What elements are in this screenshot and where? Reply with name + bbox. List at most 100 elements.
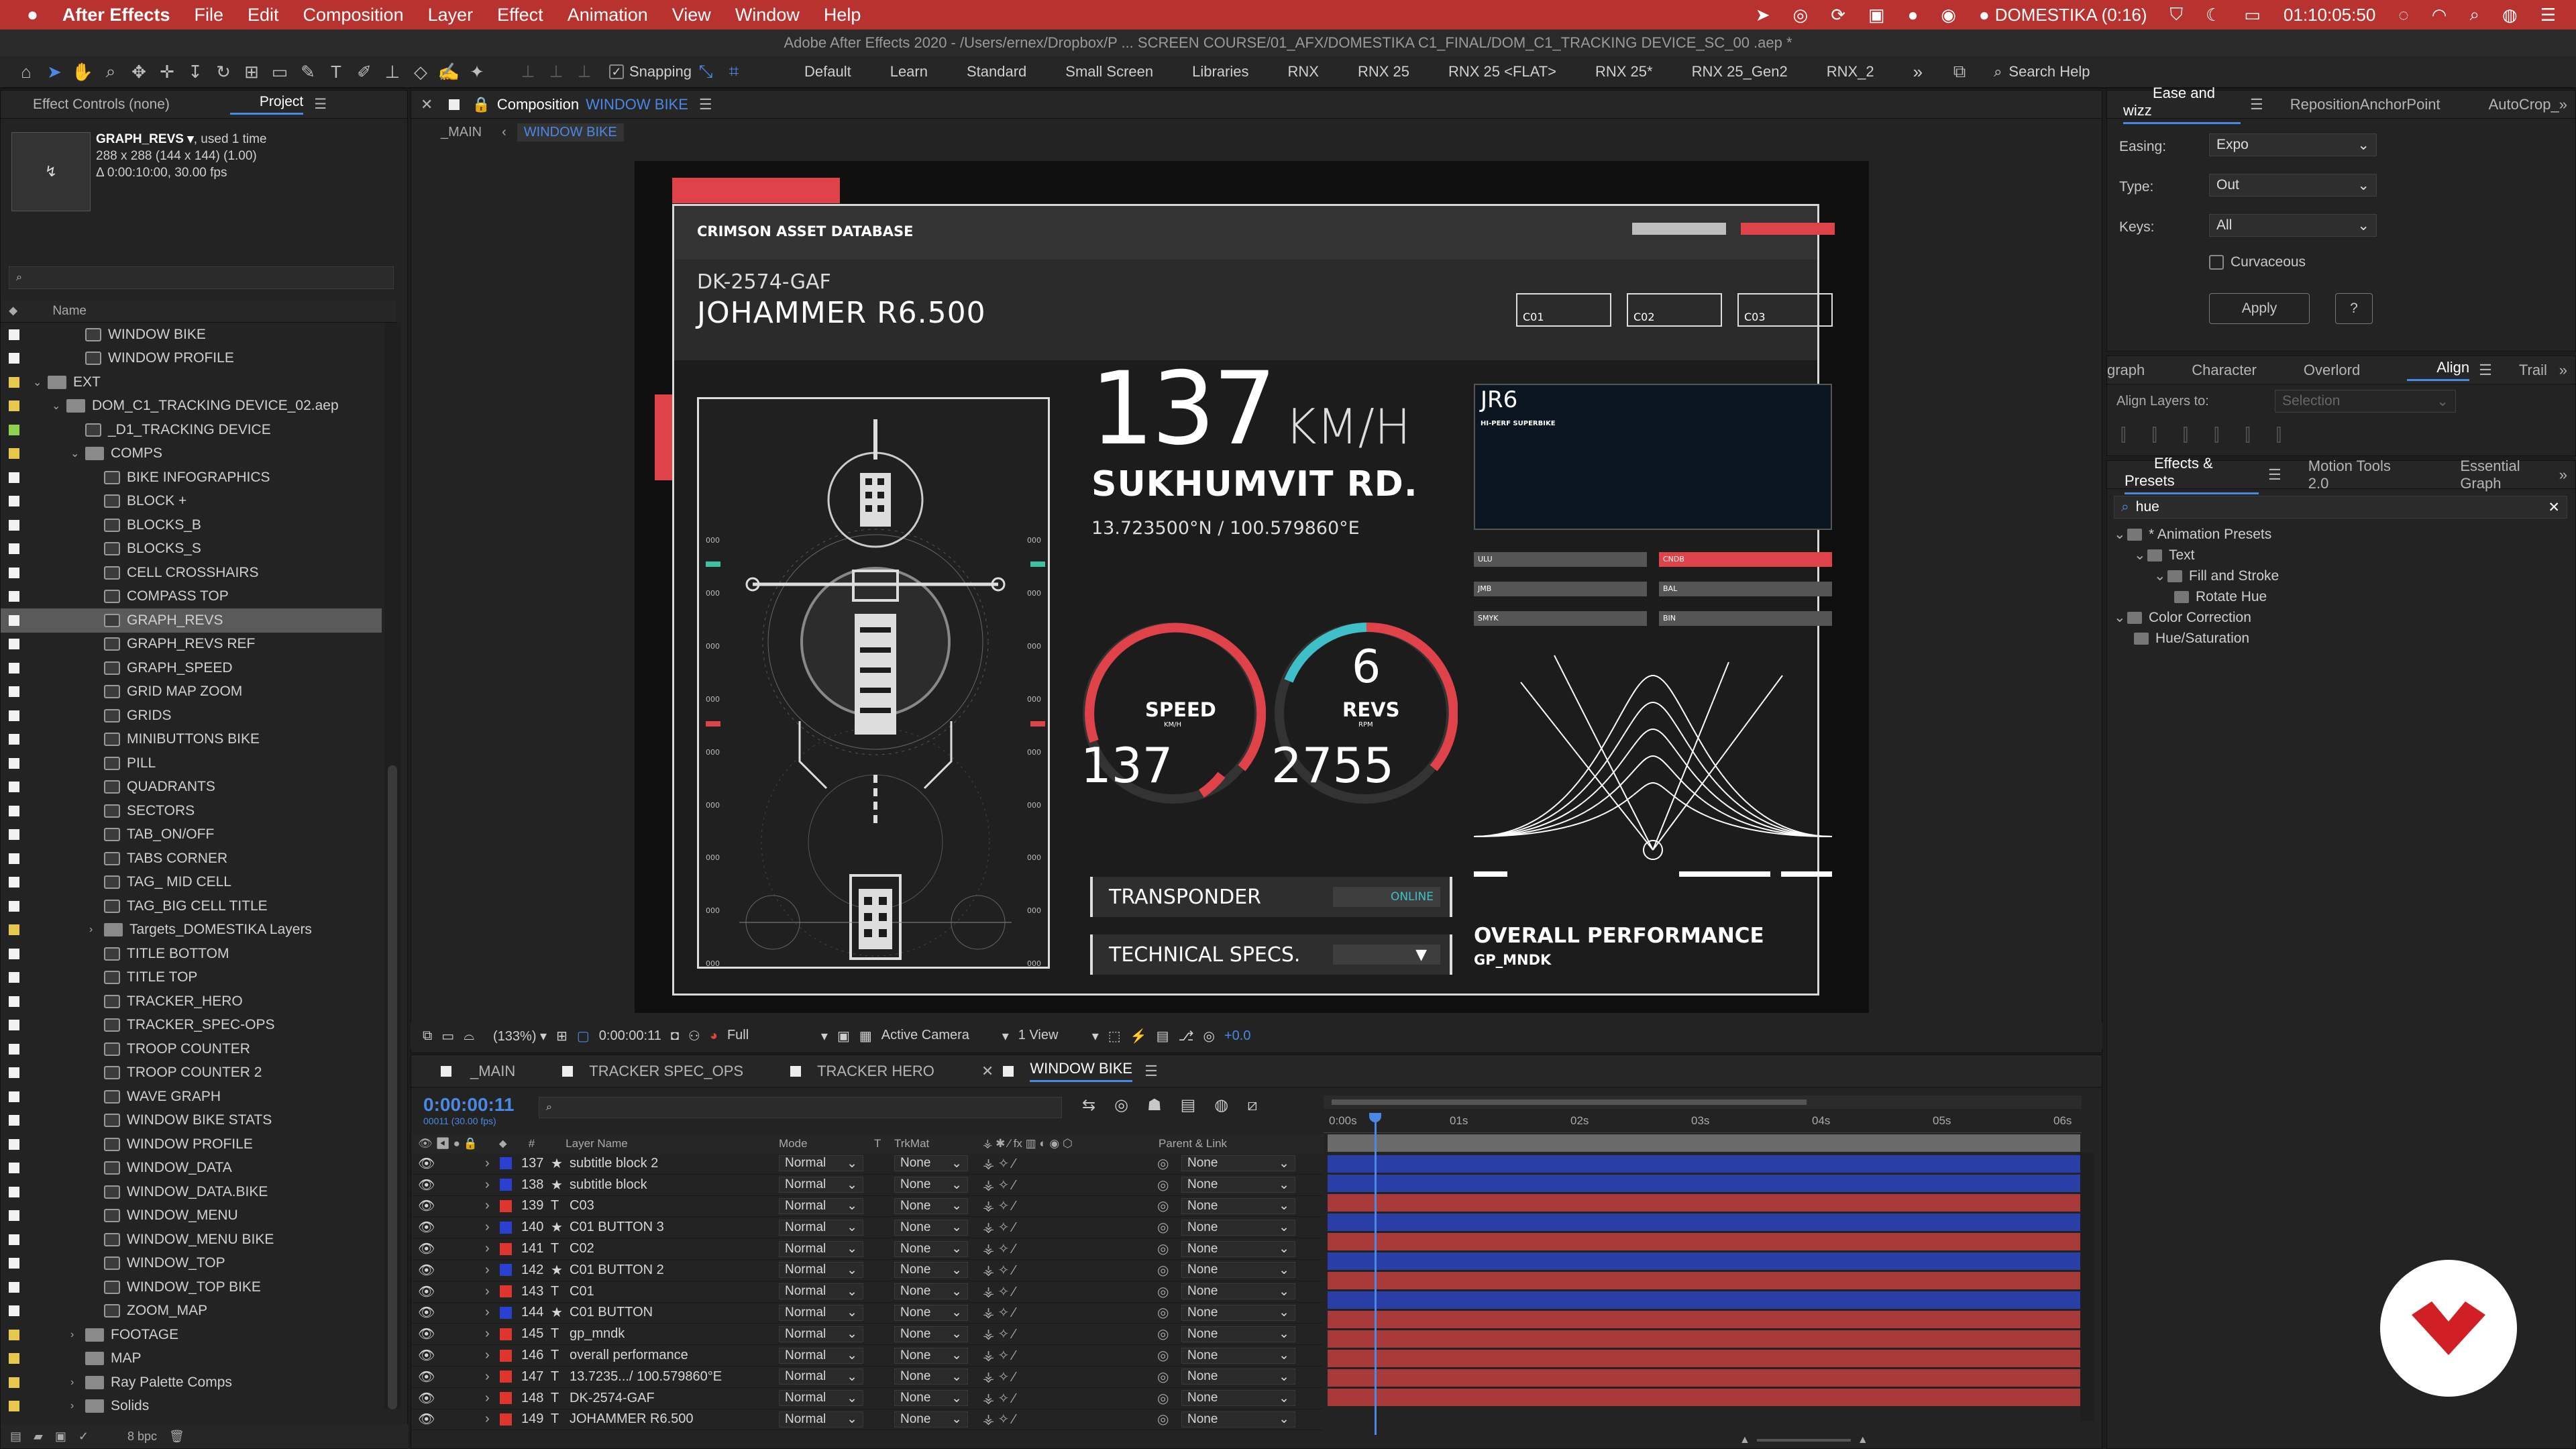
layer-parent-select[interactable]: None ⌄: [1181, 1240, 1295, 1257]
align-right-icon[interactable]: ⫿: [2183, 425, 2188, 446]
tab-tracker-spec-ops-icon[interactable]: [562, 1065, 574, 1077]
expand-layer-icon[interactable]: ›: [485, 1263, 500, 1278]
tab-window-bike-icon[interactable]: [1003, 1065, 1014, 1077]
project-comp-item[interactable]: TROOP COUNTER: [1, 1037, 382, 1061]
project-folder[interactable]: › Solids: [1, 1395, 382, 1419]
label-color-swatch[interactable]: [9, 924, 19, 936]
layer-trkmat-select[interactable]: None ⌄: [894, 1262, 968, 1279]
zoom-dropdown[interactable]: (133%) ▾: [493, 1028, 547, 1044]
preset-tree-item[interactable]: ⌄ Fill and Stroke: [2114, 566, 2567, 586]
type-tool-icon[interactable]: T: [326, 62, 346, 82]
project-search-input[interactable]: ⌕: [9, 266, 394, 289]
label-color-swatch[interactable]: [9, 1377, 19, 1388]
tab-character[interactable]: Character: [2192, 362, 2257, 379]
project-comp-item[interactable]: GRAPH_REVS: [1, 608, 382, 633]
layer-switches[interactable]: ⚶ ✧ ⁄: [983, 1390, 1015, 1407]
label-color-swatch[interactable]: [9, 1401, 19, 1412]
project-comp-item[interactable]: WINDOW PROFILE: [1, 1132, 382, 1157]
project-comp-item[interactable]: WINDOW_TOP BIKE: [1, 1275, 382, 1299]
layer-parent-select[interactable]: None ⌄: [1181, 1326, 1295, 1342]
pickwhip-icon[interactable]: ◎: [1157, 1390, 1169, 1407]
tab-essential-graphics[interactable]: Essential Graph: [2460, 458, 2559, 492]
comp-flow-icon[interactable]: ⇆: [1082, 1095, 1095, 1115]
menu-file[interactable]: File: [194, 5, 223, 25]
disclosure-triangle-icon[interactable]: ⌄: [52, 399, 66, 413]
align-hcenter-icon[interactable]: ⫿: [2151, 425, 2157, 446]
layer-switches[interactable]: ⚶ ✧ ⁄: [983, 1411, 1015, 1428]
layer-switches[interactable]: ⚶ ✧ ⁄: [983, 1368, 1015, 1385]
project-comp-item[interactable]: WINDOW_DATA: [1, 1157, 382, 1181]
disclosure-triangle-icon[interactable]: ⌄: [33, 376, 48, 389]
project-comp-item[interactable]: TITLE BOTTOM: [1, 942, 382, 966]
moon-icon[interactable]: ☾: [2206, 5, 2221, 25]
toggle-pixel-icon[interactable]: ⬚: [1108, 1028, 1121, 1044]
eye-icon[interactable]: 👁: [418, 1155, 435, 1172]
reset-exposure-icon[interactable]: ◎: [1203, 1028, 1215, 1044]
tab-effects-presets[interactable]: Effects & Presets: [2125, 455, 2259, 494]
workspace-rnx25-gen2[interactable]: RNX 25_Gen2: [1692, 63, 1788, 80]
layer-switches[interactable]: ⚶ ✧ ⁄: [983, 1155, 1015, 1172]
draft-3d-icon[interactable]: ◎: [1114, 1095, 1128, 1115]
effects-panel-menu-icon[interactable]: ☰: [2268, 466, 2282, 484]
clock-text[interactable]: 01:10:05:50: [2284, 5, 2375, 25]
snap-edges-icon[interactable]: ⤡: [696, 61, 716, 82]
eye-icon[interactable]: 👁: [418, 1262, 435, 1279]
label-color-swatch[interactable]: [9, 1329, 19, 1340]
interpret-footage-icon[interactable]: ▤: [10, 1430, 21, 1444]
label-color-swatch[interactable]: [9, 1305, 19, 1317]
sync-settings-icon[interactable]: ⧉: [1949, 61, 1970, 82]
project-comp-item[interactable]: BLOCK +: [1, 490, 382, 514]
rectangle-tool-icon[interactable]: ▭: [270, 62, 290, 82]
layer-row[interactable]: 👁 › 146 Toverall performance Normal ⌄ None ⌄ ⚶ ✧…: [411, 1345, 1324, 1366]
layer-row[interactable]: 👁 › 138 ★ subtitle block Normal ⌄ None ⌄ ⚶ ✧ ⁄ ◎ No…: [411, 1175, 1324, 1196]
graph-editor-icon[interactable]: ⧄: [1247, 1096, 1257, 1115]
disclosure-triangle-icon[interactable]: ⌄: [2134, 547, 2147, 564]
workspace-libraries[interactable]: Libraries: [1192, 63, 1248, 80]
orbit-tool-icon[interactable]: ✥: [129, 62, 149, 82]
project-folder[interactable]: ⌄ EXT: [1, 370, 382, 394]
layer-trkmat-select[interactable]: None ⌄: [894, 1219, 968, 1236]
layer-row[interactable]: 👁 › 148 T DK-2574-GAF Normal ⌄ None ⌄ ⚶ ✧ ⁄ ◎ None ⌄: [411, 1388, 1324, 1409]
layer-row[interactable]: 👁 › 147 T 13.7235.../ 100.579860°E Normal ⌄ Non…: [411, 1366, 1324, 1388]
eye-icon[interactable]: 👁: [418, 1240, 435, 1257]
align-vcenter-icon[interactable]: ⫿: [2245, 425, 2250, 446]
layer-duration-bar[interactable]: [1328, 1252, 2080, 1270]
project-comp-item[interactable]: ZOOM_MAP: [1, 1299, 382, 1324]
menu-composition[interactable]: Composition: [303, 5, 404, 25]
workspace-rnx25-star[interactable]: RNX 25*: [1595, 63, 1653, 80]
exposure-value[interactable]: +0.0: [1224, 1028, 1250, 1044]
help-button[interactable]: ?: [2335, 293, 2373, 324]
transponder-bar[interactable]: TRANSPONDER ONLINE: [1090, 877, 1452, 917]
tab-main[interactable]: _MAIN: [470, 1063, 515, 1080]
breadcrumb-window-bike[interactable]: WINDOW BIKE: [517, 123, 624, 142]
vr-icon[interactable]: ⌓: [464, 1028, 474, 1044]
label-color-swatch[interactable]: [9, 1043, 19, 1055]
pickwhip-icon[interactable]: ◎: [1157, 1177, 1169, 1193]
rotate-tool-icon[interactable]: ↻: [213, 62, 233, 82]
axis-world-icon[interactable]: ⟂: [546, 61, 566, 82]
domestika-status[interactable]: ● DOMESTIKA (0:16): [1979, 5, 2147, 25]
project-comp-item[interactable]: BLOCKS_B: [1, 513, 382, 537]
hud-button-c01[interactable]: C01: [1516, 293, 1611, 327]
tab-graph[interactable]: graph: [2107, 362, 2145, 379]
col-layer-name[interactable]: Layer Name: [566, 1137, 628, 1150]
pickwhip-icon[interactable]: ◎: [1157, 1262, 1169, 1279]
project-comp-item[interactable]: COMPASS TOP: [1, 585, 382, 609]
workspace-learn[interactable]: Learn: [890, 63, 928, 80]
project-comp-item[interactable]: MINIBUTTONS BIKE: [1, 728, 382, 752]
roto-tool-icon[interactable]: ✍: [438, 62, 460, 82]
type-select[interactable]: Out ⌄: [2209, 174, 2377, 197]
current-time-indicator[interactable]: [1375, 1113, 1377, 1435]
preset-tree-item[interactable]: ⌄ * Animation Presets: [2114, 524, 2567, 545]
tab-window-bike[interactable]: WINDOW BIKE: [1030, 1060, 1133, 1082]
expand-layer-icon[interactable]: ›: [485, 1177, 500, 1193]
expand-layer-icon[interactable]: ›: [485, 1198, 500, 1214]
align-bottom-icon[interactable]: ⫿: [2276, 425, 2282, 446]
layer-name[interactable]: overall performance: [570, 1348, 744, 1363]
label-color-swatch[interactable]: [9, 639, 19, 650]
layer-row[interactable]: 👁 › 144 ★ C01 BUTTON Normal ⌄ None ⌄ ⚶ ✧ ⁄ ◎ None ⌄: [411, 1303, 1324, 1324]
layer-trkmat-select[interactable]: None ⌄: [894, 1155, 968, 1172]
label-color-swatch[interactable]: [9, 1067, 19, 1079]
layer-label-color[interactable]: [500, 1221, 512, 1234]
workspace-standard[interactable]: Standard: [967, 63, 1026, 80]
